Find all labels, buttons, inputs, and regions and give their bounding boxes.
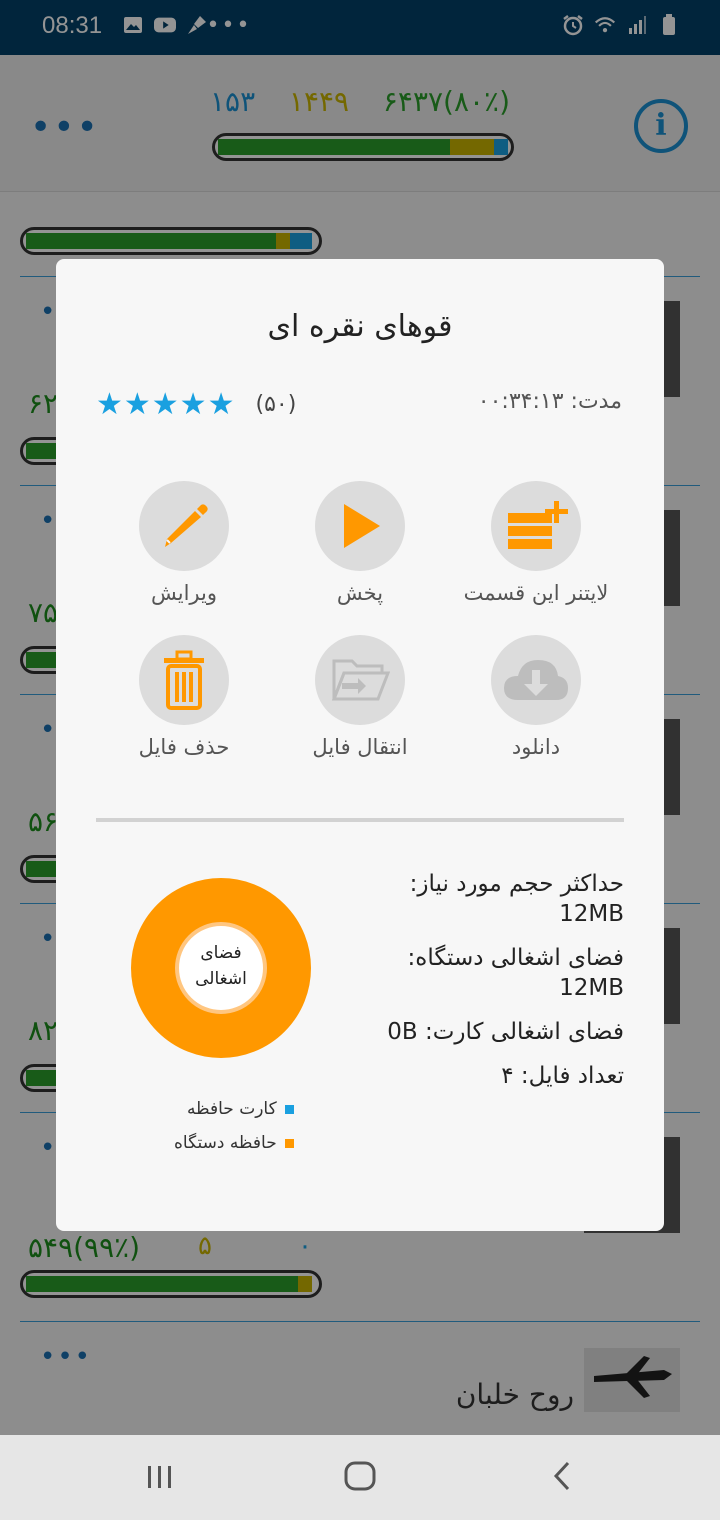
- leitner-label: لایتنر این قسمت: [463, 581, 609, 605]
- divider: [96, 818, 624, 822]
- download-label: دانلود: [511, 735, 561, 759]
- donut-center-label-2: اشغالی: [195, 969, 247, 989]
- duration-label: مدت:: [570, 389, 622, 414]
- rating: ★★★★★ (۵۰): [96, 387, 296, 422]
- storage-info: حداکثر حجم مورد نیاز: 12MB فضای اشغالی د…: [374, 869, 624, 1105]
- rating-count: (۵۰): [255, 392, 297, 417]
- home-button[interactable]: [344, 1461, 376, 1499]
- donut-center-label-1: فضای: [200, 943, 241, 963]
- play-button[interactable]: پخش: [272, 481, 448, 605]
- legend-label: حافظه دستگاه: [174, 1133, 277, 1153]
- edit-label: ویرایش: [150, 581, 218, 605]
- episode-options-dialog: قوهای نقره ای مدت: ۰۰:۳۴:۱۳ ★★★★★ (۵۰) ل…: [56, 259, 664, 1231]
- home-icon: [344, 1461, 376, 1491]
- cloud-download-icon: [504, 660, 568, 700]
- play-label: پخش: [336, 581, 384, 605]
- system-nav-bar: [0, 1435, 720, 1520]
- storage-donut-chart: فضای اشغالی: [131, 878, 311, 1058]
- card-space: فضای اشغالی کارت: 0B: [387, 1019, 624, 1045]
- star-rating-icon[interactable]: ★★★★★: [96, 387, 235, 422]
- dialog-title: قوهای نقره ای: [267, 309, 453, 344]
- download-button[interactable]: دانلود: [448, 635, 624, 759]
- back-button[interactable]: [552, 1461, 572, 1499]
- legend-item-device: حافظه دستگاه: [174, 1133, 294, 1153]
- leitner-button[interactable]: لایتنر این قسمت: [448, 481, 624, 605]
- legend-label: کارت حافظه: [186, 1099, 277, 1119]
- leitner-add-icon: [508, 501, 568, 549]
- back-icon: [553, 1461, 570, 1491]
- duration: مدت: ۰۰:۳۴:۱۳: [478, 389, 622, 414]
- play-icon: [344, 504, 380, 548]
- device-space-label: فضای اشغالی دستگاه:: [407, 945, 624, 971]
- duration-value: ۰۰:۳۴:۱۳: [477, 389, 564, 414]
- folder-move-icon: [331, 659, 390, 701]
- move-file-label: انتقال فایل: [312, 735, 408, 759]
- pencil-icon: [165, 504, 208, 547]
- legend-swatch: [284, 1138, 294, 1148]
- max-size-label: حداکثر حجم مورد نیاز:: [409, 871, 624, 897]
- recents-icon: [148, 1466, 171, 1488]
- max-size-value: 12MB: [559, 901, 624, 927]
- move-file-button[interactable]: انتقال فایل: [272, 635, 448, 759]
- file-count: تعداد فایل: ۴: [501, 1063, 624, 1089]
- legend-item-card: کارت حافظه: [174, 1099, 294, 1119]
- legend-swatch: [284, 1104, 294, 1114]
- trash-icon: [164, 650, 204, 710]
- device-space-value: 12MB: [559, 975, 624, 1001]
- edit-button[interactable]: ویرایش: [96, 481, 272, 605]
- delete-file-button[interactable]: حذف فایل: [96, 635, 272, 759]
- chart-legend: کارت حافظه حافظه دستگاه: [174, 1099, 294, 1167]
- delete-file-label: حذف فایل: [138, 735, 230, 759]
- recents-button[interactable]: [146, 1461, 174, 1499]
